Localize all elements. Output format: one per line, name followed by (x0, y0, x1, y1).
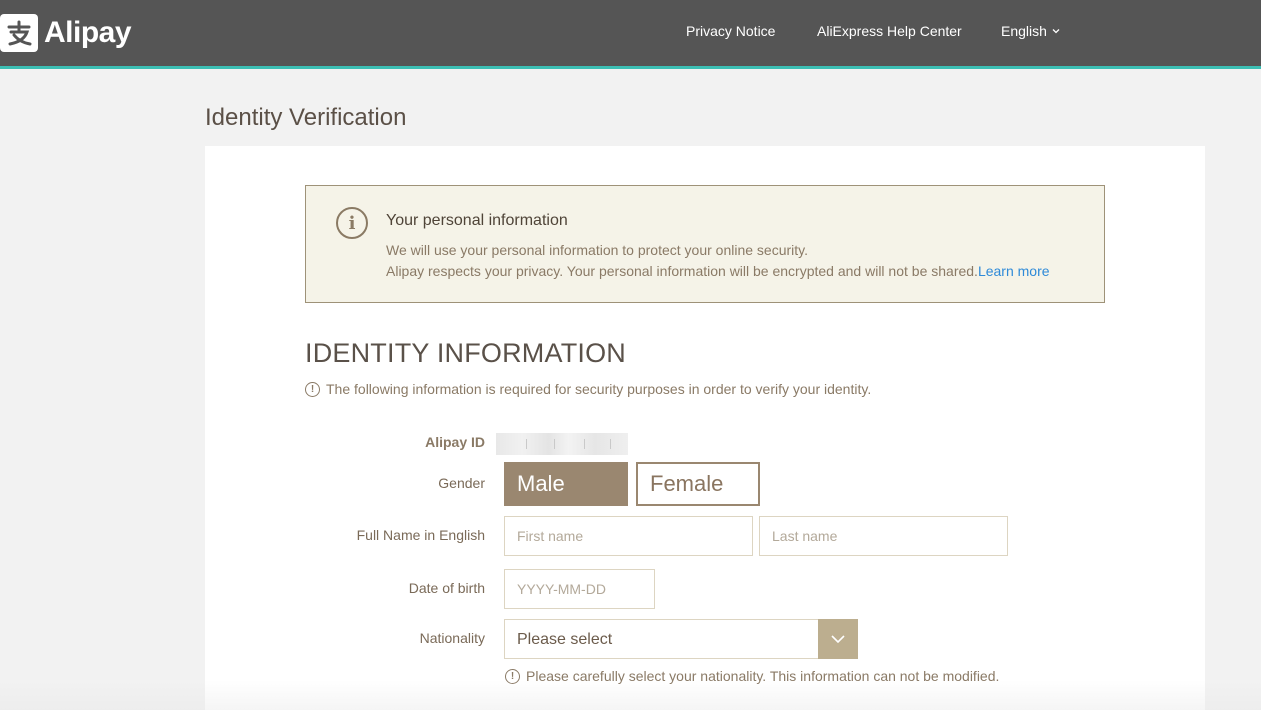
nationality-select-value: Please select (517, 631, 613, 648)
nationality-dropdown-button[interactable] (818, 619, 858, 659)
learn-more-link[interactable]: Learn more (978, 263, 1050, 279)
dob-label: Date of birth (408, 580, 485, 596)
notice-title: Your personal information (386, 212, 568, 229)
top-navigation-bar: Alipay Privacy Notice AliExpress Help Ce… (0, 0, 1261, 66)
alipay-id-label: Alipay ID (425, 434, 485, 450)
gender-label: Gender (438, 475, 485, 491)
page-title: Identity Verification (205, 104, 407, 131)
last-name-input[interactable] (759, 516, 1008, 556)
notice-text-2: Alipay respects your privacy. Your perso… (386, 263, 1050, 279)
gender-female-button[interactable]: Female (636, 462, 760, 506)
first-name-input[interactable] (504, 516, 753, 556)
personal-info-notice: i Your personal information We will use … (305, 185, 1105, 303)
gender-male-button[interactable]: Male (504, 462, 628, 506)
exclamation-icon: ! (505, 668, 520, 684)
section-hint: ! The following information is required … (305, 381, 871, 397)
nationality-hint: ! Please carefully select your nationali… (505, 668, 999, 684)
section-title: IDENTITY INFORMATION (305, 338, 626, 368)
chevron-down-icon (1052, 29, 1060, 34)
language-label: English (1001, 23, 1047, 39)
nationality-select[interactable]: Please select (504, 619, 858, 659)
nav-privacy-notice[interactable]: Privacy Notice (686, 23, 775, 39)
header-accent-line (0, 66, 1261, 69)
notice-text-1: We will use your personal information to… (386, 242, 809, 258)
dob-input[interactable] (504, 569, 655, 609)
info-icon: i (336, 207, 368, 239)
section-hint-text: The following information is required fo… (326, 381, 872, 397)
logo-text: Alipay (44, 16, 132, 49)
exclamation-icon: ! (305, 381, 320, 397)
language-selector[interactable]: English (1001, 23, 1060, 39)
alipay-id-value-blurred (496, 433, 628, 455)
full-name-label: Full Name in English (356, 527, 485, 543)
nationality-label: Nationality (419, 630, 485, 646)
alipay-logo-icon (0, 14, 38, 52)
notice-text-2-body: Alipay respects your privacy. Your perso… (386, 263, 978, 279)
alipay-logo[interactable]: Alipay (0, 14, 132, 52)
nationality-hint-text: Please carefully select your nationality… (526, 668, 1000, 684)
nav-help-center[interactable]: AliExpress Help Center (817, 23, 962, 39)
chevron-down-icon (831, 635, 845, 644)
